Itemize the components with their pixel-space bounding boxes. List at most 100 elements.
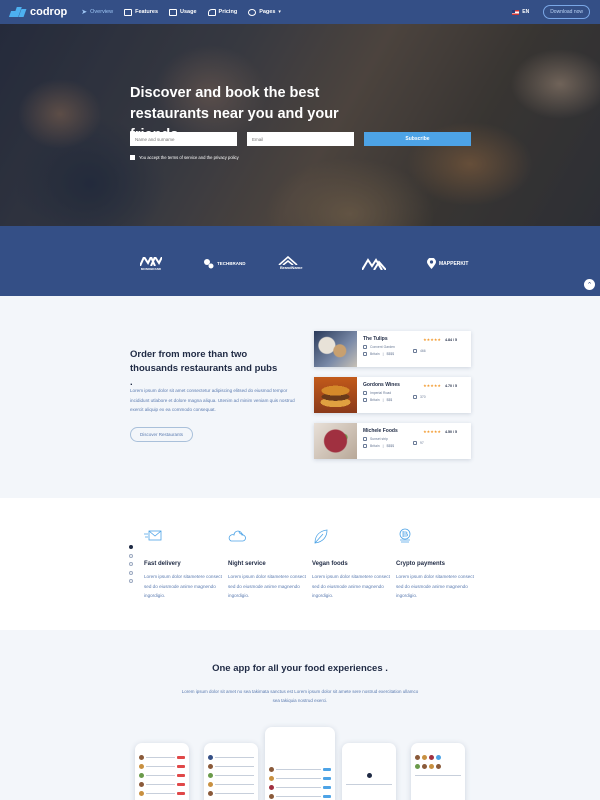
brand-monobrand: MONOBRAND — [140, 257, 162, 271]
leaf-icon — [314, 529, 328, 544]
app-title: One app for all your food experiences . — [212, 663, 388, 674]
carousel-dot[interactable] — [129, 553, 133, 558]
mountain-logo-icon — [362, 258, 386, 270]
rating: ★★★★★ 4.50 / 5 — [423, 429, 457, 434]
nav-item-usage[interactable]: Usage — [169, 8, 197, 16]
feature-vegan-foods: Vegan foods Lorem ipsum dolor sitametere… — [312, 528, 392, 601]
nav-menu: ➤ Overview Features Usage Pricing Pages … — [81, 8, 281, 16]
location-icon — [363, 391, 367, 395]
brand-label: MAPPERKIT — [439, 260, 469, 267]
brand-logo[interactable]: codrop — [8, 6, 68, 18]
nav-item-overview[interactable]: ➤ Overview — [81, 8, 113, 16]
phone-mockup — [265, 727, 335, 800]
restaurant-cuisine: Britain — [370, 398, 380, 402]
restaurant-location: Convent Garden — [370, 345, 395, 349]
review-count: 466 — [413, 349, 426, 353]
nav-item-features[interactable]: Features — [124, 8, 158, 16]
review-count: 370 — [413, 395, 426, 399]
rating: ★★★★★ 4.84 / 5 — [423, 337, 457, 342]
phone-mockup — [411, 743, 465, 800]
feature-title: Vegan foods — [312, 561, 348, 567]
feature-text: Lorem ipsum dolor sitametere consect sed… — [228, 574, 306, 598]
comment-icon — [413, 395, 417, 399]
restaurant-image — [314, 331, 357, 367]
location-icon — [363, 345, 367, 349]
brand-techbrand: TECHBRAND — [203, 258, 246, 269]
nav-item-label: Features — [135, 9, 159, 15]
restaurant-location: Imperial Road — [370, 391, 392, 395]
nav-item-label: Pages — [259, 9, 276, 15]
star-icons: ★★★★★ — [423, 429, 441, 434]
moon-cloud-icon — [228, 530, 246, 542]
brand-mapperkit: MAPPERKIT — [427, 258, 468, 269]
terms-row: You accept the terms of service and the … — [130, 155, 239, 160]
globe-icon — [248, 8, 257, 16]
brand-mountain — [362, 258, 386, 270]
feature-text: Lorem ipsum dolor sitametere consect sed… — [396, 574, 474, 598]
restaurant-location: Sunset strip — [370, 437, 388, 441]
restaurant-card[interactable]: Michele Foods ★★★★★ 4.50 / 5 Sunset strip… — [314, 423, 471, 459]
cuisine-icon — [363, 352, 367, 356]
rating-value: 4.50 / 5 — [445, 429, 457, 434]
terms-checkbox[interactable] — [130, 155, 135, 160]
subscribe-button[interactable]: Subscribe — [364, 132, 471, 146]
nav-item-pages[interactable]: Pages ▾ — [248, 8, 281, 16]
chevron-up-icon: ⌃ — [586, 281, 593, 289]
download-now-button[interactable]: Download now — [543, 5, 590, 19]
carousel-dot[interactable] — [129, 570, 133, 575]
order-description: Lorem ipsum dolor sit amet consectetur a… — [130, 388, 295, 412]
restaurant-card[interactable]: Gordons Wines ★★★★★ 4.70 / 5 Imperial Roa… — [314, 377, 471, 413]
brands-strip: MONOBRAND TECHBRAND BrandName MAPPERKIT — [0, 226, 600, 296]
techbrand-logo-icon — [204, 259, 214, 269]
subscribe-form: Subscribe — [130, 132, 471, 146]
carousel-dot[interactable] — [129, 562, 133, 566]
carousel-dot[interactable] — [129, 545, 133, 549]
review-count-value: 370 — [420, 395, 426, 399]
nav-item-label: Pricing — [218, 9, 238, 15]
carousel-dots — [129, 545, 133, 583]
comment-icon — [413, 441, 417, 445]
scroll-to-top-button[interactable]: ⌃ — [584, 279, 595, 290]
brand-name: codrop — [30, 6, 68, 18]
language-label: EN — [522, 9, 530, 15]
phone-mockup — [204, 743, 258, 800]
logo-icon — [8, 7, 27, 17]
feature-title: Fast delivery — [144, 561, 181, 567]
restaurant-card[interactable]: The Tulips ★★★★★ 4.84 / 5 Convent Garden … — [314, 331, 471, 367]
review-count: 97 — [413, 441, 424, 445]
restaurant-price: $$$$ — [386, 444, 395, 448]
feature-title: Crypto payments — [396, 561, 446, 567]
order-title: Order from more than two thousands resta… — [130, 349, 278, 388]
carousel-dot[interactable] — [129, 579, 133, 583]
restaurant-price: $$$$ — [386, 352, 395, 356]
nav-item-pricing[interactable]: Pricing — [207, 8, 238, 16]
hero-section: Discover and book the best restaurants n… — [0, 24, 600, 226]
coin-icon — [399, 528, 411, 543]
house-logo-icon — [278, 256, 298, 265]
book-icon — [169, 8, 178, 16]
nav-item-label: Overview — [90, 9, 114, 15]
plane-icon: ➤ — [81, 9, 88, 16]
feature-text: Lorem ipsum dolor sitametere consect sed… — [312, 574, 390, 598]
rating: ★★★★★ 4.70 / 5 — [423, 383, 457, 388]
comment-icon — [413, 349, 417, 353]
pin-logo-icon — [427, 258, 436, 269]
phone-mockup — [342, 743, 396, 800]
delivery-icon — [144, 530, 162, 541]
cuisine-icon — [363, 398, 367, 402]
star-icons: ★★★★★ — [423, 383, 441, 388]
email-input[interactable] — [247, 132, 354, 146]
star-icons: ★★★★★ — [423, 337, 441, 342]
brand-label: MONOBRAND — [140, 267, 162, 271]
brand-label: TECHBRAND — [217, 261, 246, 266]
discover-restaurants-button[interactable]: Discover Restaurants — [130, 427, 193, 442]
language-selector[interactable]: EN — [512, 9, 529, 15]
app-description: Lorem ipsum dolor sit amet no sea takima… — [181, 689, 419, 703]
features-section: Fast delivery Lorem ipsum dolor sitamete… — [0, 498, 600, 630]
layout-icon — [124, 8, 133, 16]
nav-item-label: Usage — [180, 9, 197, 15]
feature-fast-delivery: Fast delivery Lorem ipsum dolor sitamete… — [144, 528, 224, 601]
name-input[interactable] — [130, 132, 237, 146]
restaurant-image — [314, 423, 357, 459]
rating-value: 4.84 / 5 — [445, 337, 457, 342]
